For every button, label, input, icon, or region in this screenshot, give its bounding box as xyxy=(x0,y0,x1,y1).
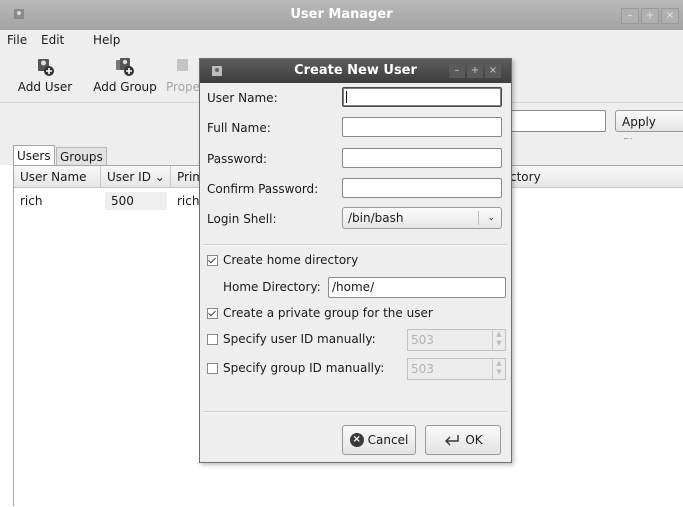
specify-gid-label: Specify group ID manually: xyxy=(223,361,385,375)
confirm-password-label: Confirm Password: xyxy=(207,182,319,196)
cancel-icon: × xyxy=(349,433,364,447)
add-group-label: Add Group xyxy=(93,80,157,94)
confirm-password-input[interactable] xyxy=(342,178,502,198)
cancel-label: Cancel xyxy=(367,433,409,447)
login-shell-label: Login Shell: xyxy=(207,212,277,226)
user-name-label: User Name: xyxy=(207,91,278,105)
add-user-icon xyxy=(38,59,54,76)
full-name-input[interactable] xyxy=(342,117,502,137)
gid-spinner[interactable]: 503 ▲ ▼ xyxy=(407,358,506,380)
filter-input[interactable] xyxy=(508,110,606,132)
apply-filter-button[interactable]: Apply filter xyxy=(615,110,683,151)
user-name-input[interactable] xyxy=(342,87,502,107)
tab-groups[interactable]: Groups xyxy=(56,147,107,166)
close-button[interactable]: × xyxy=(661,8,679,24)
cancel-button[interactable]: × Cancel xyxy=(342,425,416,455)
add-user-button[interactable]: Add User xyxy=(6,56,84,94)
login-shell-select[interactable]: /bin/bash ⌄ xyxy=(342,207,502,229)
private-group-label: Create a private group for the user xyxy=(223,306,433,320)
add-group-icon xyxy=(116,58,134,76)
specify-uid-checkbox[interactable]: Specify user ID manually: xyxy=(207,332,376,346)
properties-label: Prope xyxy=(166,80,201,94)
spin-arrows-icon: ▲ ▼ xyxy=(492,330,505,350)
specify-uid-label: Specify user ID manually: xyxy=(223,332,376,346)
dialog-maximize-button[interactable]: + xyxy=(467,64,483,78)
minimize-button[interactable]: – xyxy=(621,8,639,24)
menu-bar: File Edit Help xyxy=(0,30,683,52)
gid-value: 503 xyxy=(411,362,434,376)
uid-spinner[interactable]: 503 ▲ ▼ xyxy=(407,329,506,351)
checkbox-unchecked-icon xyxy=(207,333,218,345)
ok-icon xyxy=(445,435,460,446)
dialog-titlebar: Create New User – + × xyxy=(200,59,511,83)
column-home-directory[interactable]: ctory xyxy=(504,166,683,188)
specify-gid-checkbox[interactable]: Specify group ID manually: xyxy=(207,361,384,375)
add-group-button[interactable]: Add Group xyxy=(92,56,158,94)
chevron-down-icon: ⌄ xyxy=(487,213,495,223)
ok-button[interactable]: OK xyxy=(425,425,501,455)
create-home-label: Create home directory xyxy=(223,253,359,267)
menu-file[interactable]: File xyxy=(7,33,27,47)
column-user-name[interactable]: User Name xyxy=(14,166,101,188)
menu-edit[interactable]: Edit xyxy=(41,33,64,47)
checkbox-unchecked-icon xyxy=(207,362,218,374)
full-name-label: Full Name: xyxy=(207,121,271,135)
row-user-id[interactable]: 500 xyxy=(105,192,167,210)
password-label: Password: xyxy=(207,152,268,166)
spin-arrows-icon: ▲ ▼ xyxy=(492,359,505,379)
menu-help[interactable]: Help xyxy=(93,33,120,47)
properties-icon xyxy=(177,59,188,71)
window-title: User Manager xyxy=(290,7,393,22)
dialog-minimize-button[interactable]: – xyxy=(449,64,465,78)
divider xyxy=(204,244,507,246)
password-input[interactable] xyxy=(342,148,502,168)
tab-users[interactable]: Users xyxy=(13,145,55,166)
uid-value: 503 xyxy=(411,333,434,347)
dialog-close-button[interactable]: × xyxy=(485,64,501,78)
checkbox-checked-icon xyxy=(207,307,218,319)
home-directory-input[interactable]: /home/ xyxy=(328,277,506,298)
divider xyxy=(204,411,507,413)
private-group-checkbox[interactable]: Create a private group for the user xyxy=(207,306,433,320)
column-user-id[interactable]: User ID ⌄ xyxy=(101,166,171,188)
maximize-button[interactable]: + xyxy=(641,8,659,24)
home-directory-label: Home Directory: xyxy=(223,280,321,294)
main-window-titlebar: User Manager – + × xyxy=(0,0,683,30)
create-user-dialog: Create New User – + × User Name: Full Na… xyxy=(199,58,512,463)
login-shell-value: /bin/bash xyxy=(348,211,404,225)
row-user-name[interactable]: rich xyxy=(14,192,101,210)
ok-label: OK xyxy=(465,433,483,447)
create-home-checkbox[interactable]: Create home directory xyxy=(207,253,358,267)
checkbox-checked-icon xyxy=(207,254,218,266)
properties-button[interactable]: Prope xyxy=(166,56,200,94)
add-user-label: Add User xyxy=(17,80,73,94)
